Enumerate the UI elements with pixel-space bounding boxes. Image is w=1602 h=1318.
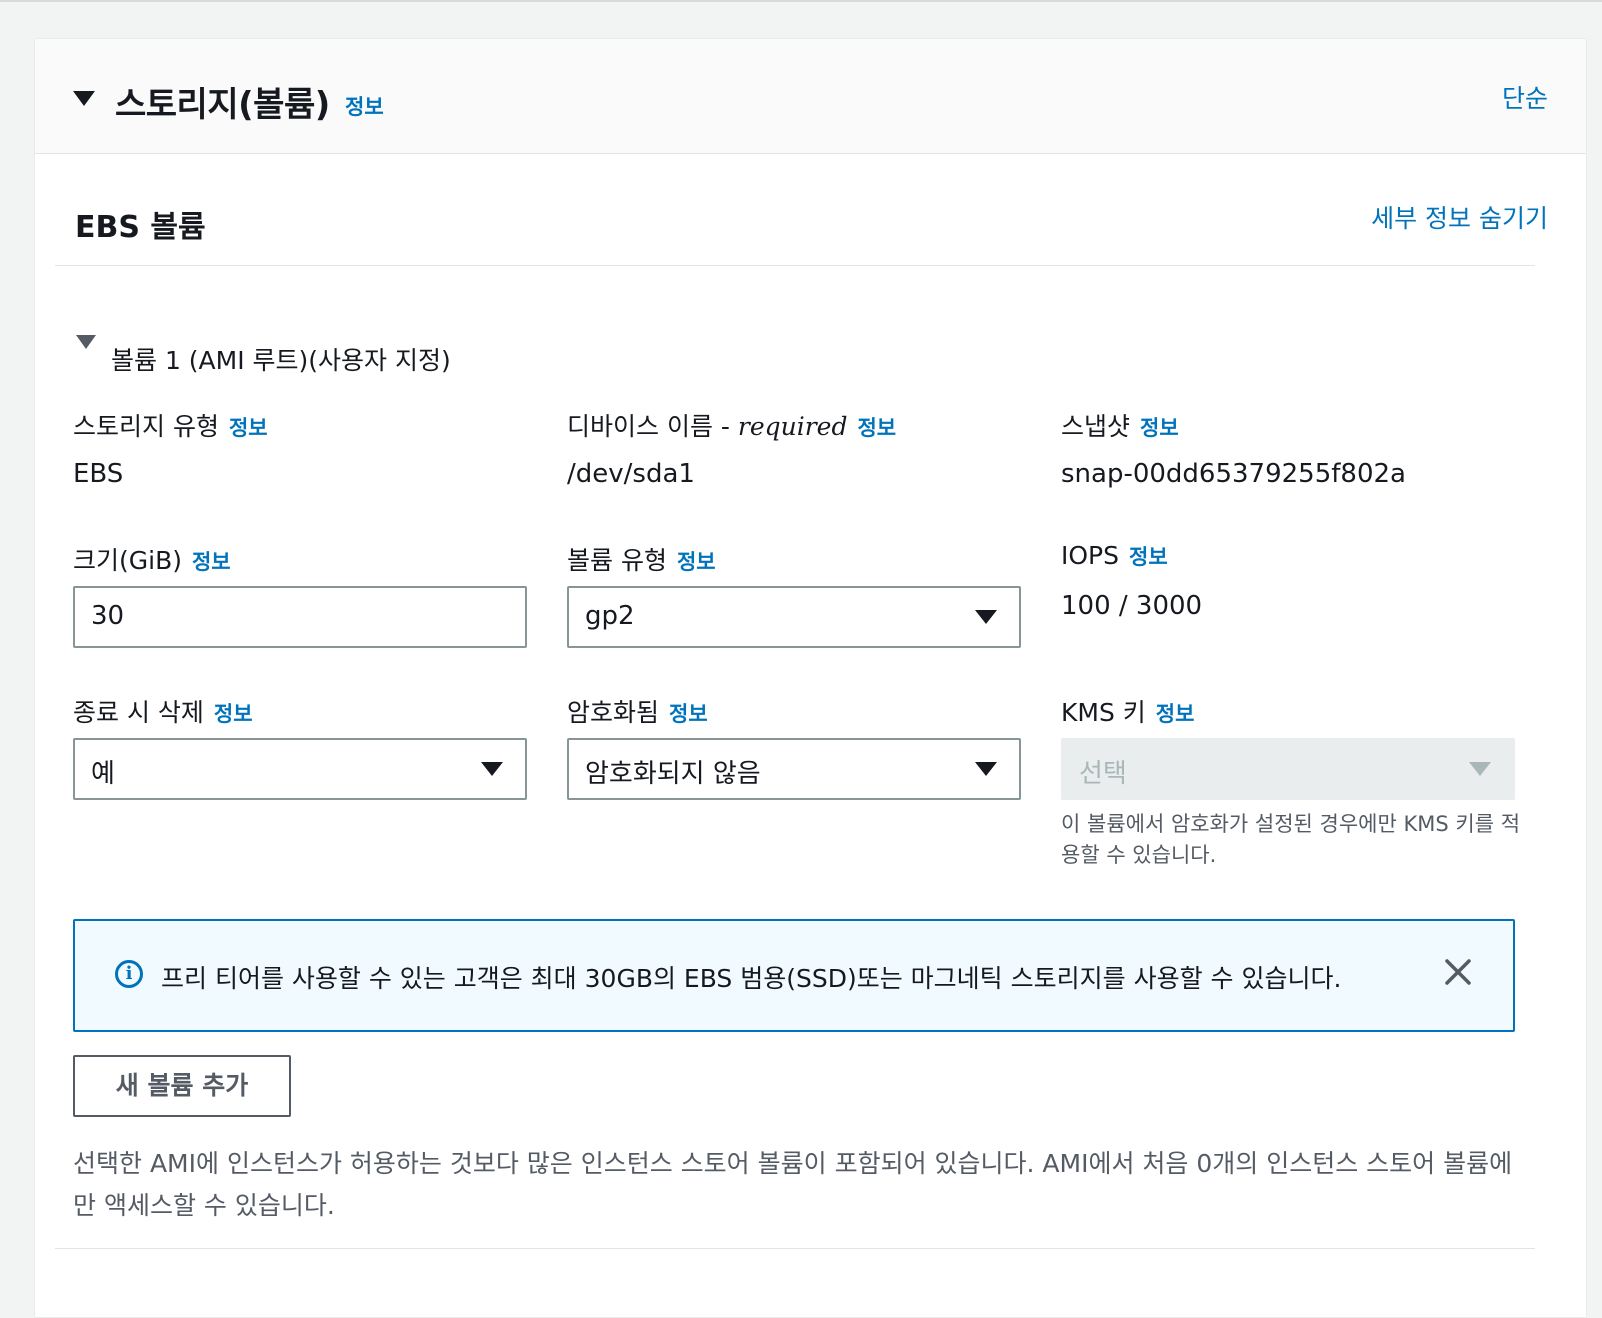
volume-title: 볼륨 1 (AMI 루트)(사용자 지정): [111, 346, 451, 375]
delete-on-termination-label: 종료 시 삭제 정보: [73, 693, 253, 729]
simple-view-link[interactable]: 단순: [1502, 79, 1548, 115]
volume-type-select[interactable]: gp2: [567, 586, 1021, 648]
alert-text: 프리 티어를 사용할 수 있는 고객은 최대 30GB의 EBS 범용(SSD)…: [161, 964, 1342, 993]
volume-type-selected: gp2: [585, 601, 635, 631]
divider: [55, 1248, 1535, 1249]
storage-type-value: EBS: [73, 459, 124, 489]
chevron-down-icon: [975, 610, 997, 624]
divider: [55, 265, 1535, 266]
encrypted-label: 암호화됨 정보: [567, 693, 708, 729]
delete-on-termination-selected: 예: [91, 759, 115, 789]
size-label: 크기(GiB) 정보: [73, 541, 231, 577]
snapshot-info-link[interactable]: 정보: [1140, 416, 1179, 440]
encrypted-label-text: 암호화됨: [567, 698, 660, 727]
volume-type-label-text: 볼륨 유형: [567, 546, 667, 575]
storage-type-label: 스토리지 유형 정보: [73, 407, 268, 443]
delete-on-termination-info-link[interactable]: 정보: [214, 702, 253, 726]
delete-on-termination-select[interactable]: 예: [73, 738, 527, 800]
encrypted-info-link[interactable]: 정보: [669, 702, 708, 726]
storage-info-link[interactable]: 정보: [345, 91, 384, 121]
snapshot-label-text: 스냅샷: [1061, 412, 1131, 441]
chevron-down-icon: [1469, 762, 1491, 776]
kms-key-label-text: KMS 키: [1061, 698, 1146, 727]
free-tier-alert: i 프리 티어를 사용할 수 있는 고객은 최대 30GB의 EBS 범용(SS…: [73, 919, 1515, 1032]
info-icon: i: [115, 960, 143, 988]
kms-key-help-text: 이 볼륨에서 암호화가 설정된 경우에만 KMS 키를 적용할 수 있습니다.: [1061, 812, 1521, 867]
iops-value: 100 / 3000: [1061, 591, 1203, 621]
iops-info-link[interactable]: 정보: [1129, 545, 1168, 569]
chevron-down-icon: [481, 762, 503, 776]
storage-type-label-text: 스토리지 유형: [73, 412, 219, 441]
size-input[interactable]: 30: [73, 586, 527, 648]
instance-store-note: 선택한 AMI에 인스턴스가 허용하는 것보다 많은 인스턴스 스토어 볼륨이 …: [73, 1149, 1513, 1220]
collapse-caret-icon[interactable]: [73, 91, 95, 106]
encrypted-select[interactable]: 암호화되지 않음: [567, 738, 1021, 800]
panel-title: 스토리지(볼륨): [115, 85, 330, 125]
top-divider: [0, 0, 1602, 2]
kms-key-placeholder: 선택: [1079, 759, 1127, 789]
iops-label-text: IOPS: [1061, 541, 1119, 570]
ebs-volumes-title: EBS 볼륨: [75, 210, 206, 245]
kms-key-label: KMS 키 정보: [1061, 693, 1194, 729]
volume-expand-caret-icon[interactable]: [76, 335, 96, 349]
size-label-text: 크기(GiB): [73, 546, 182, 575]
chevron-down-icon: [975, 762, 997, 776]
snapshot-label: 스냅샷 정보: [1061, 407, 1179, 443]
size-info-link[interactable]: 정보: [192, 550, 231, 574]
hide-details-link[interactable]: 세부 정보 숨기기: [1371, 199, 1548, 235]
device-name-required: required: [737, 412, 848, 441]
encrypted-selected: 암호화되지 않음: [585, 759, 761, 789]
snapshot-value: snap-00dd65379255f802a: [1061, 459, 1406, 489]
add-new-volume-button[interactable]: 새 볼륨 추가: [73, 1055, 291, 1117]
storage-panel: 스토리지(볼륨) 정보 단순 EBS 볼륨 세부 정보 숨기기 볼륨 1 (AM…: [34, 38, 1587, 1318]
iops-label: IOPS 정보: [1061, 541, 1168, 571]
panel-header: 스토리지(볼륨) 정보 단순: [35, 39, 1586, 154]
device-name-label: 디바이스 이름 - required 정보: [567, 407, 896, 443]
device-name-label-text: 디바이스 이름 -: [567, 412, 738, 441]
volume-type-info-link[interactable]: 정보: [677, 550, 716, 574]
volume-type-label: 볼륨 유형 정보: [567, 541, 716, 577]
storage-type-info-link[interactable]: 정보: [229, 416, 268, 440]
device-name-info-link[interactable]: 정보: [857, 416, 896, 440]
kms-key-select[interactable]: 선택: [1061, 738, 1515, 800]
close-icon[interactable]: [1443, 957, 1473, 987]
device-name-value: /dev/sda1: [567, 459, 695, 489]
kms-key-info-link[interactable]: 정보: [1156, 702, 1195, 726]
delete-on-termination-label-text: 종료 시 삭제: [73, 698, 204, 727]
